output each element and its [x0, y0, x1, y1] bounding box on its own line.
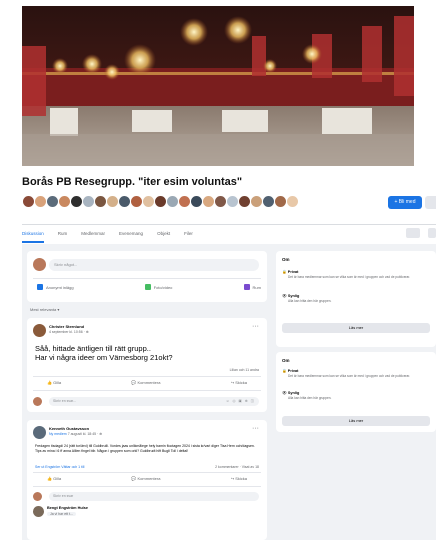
author-avatar[interactable] [33, 324, 46, 337]
post-timestamp[interactable]: Ny medlem 7 augusti kl. 18:45 · ⊕ [49, 432, 102, 436]
member-avatars[interactable] [22, 195, 299, 211]
about-panel: Om 🔒 Privat Det är bara medlemmar som ka… [276, 251, 436, 347]
group-name[interactable]: Borås PB Resegrupp. "iter esim voluntas" [22, 176, 242, 188]
anonymous-post-button[interactable]: Anonymt inlägg [37, 284, 74, 290]
comment-count[interactable]: 2 kommentarer · Visat av 18 [215, 465, 259, 469]
tab-diskussion[interactable]: Diskussion [22, 225, 44, 243]
comment-button[interactable]: 💬 Kommentera [131, 476, 160, 481]
photo-icon [144, 284, 151, 290]
like-button[interactable]: 👍 Gilla [47, 380, 61, 385]
feed-post: Christer Sternlund 4 september kl. 10:56… [27, 318, 267, 412]
comment-button[interactable]: 💬 Kommentera [131, 380, 160, 385]
privacy-row: 🔒 Privat Det är bara medlemmar som kan s… [282, 369, 411, 378]
tab-medlemmar[interactable]: Medlemmar [81, 225, 105, 243]
search-icon[interactable] [406, 228, 420, 238]
tab-filer[interactable]: Filer [184, 225, 193, 243]
author-avatar[interactable] [33, 426, 46, 439]
more-icon[interactable] [428, 228, 436, 238]
like-button[interactable]: 👍 Gilla [47, 476, 61, 481]
more-options-button[interactable] [425, 196, 436, 209]
group-tabs: Diskussion Rum Medlemmar Evenemang Objekt Fil… [22, 224, 436, 243]
reply-author-avatar[interactable] [33, 506, 44, 517]
post-menu-icon[interactable]: ··· [252, 425, 259, 432]
room-button[interactable]: Rum [243, 284, 261, 290]
post-menu-icon[interactable]: ··· [252, 323, 259, 330]
visibility-row: 👁 Synlig Alla kan hitta den här gruppen. [282, 294, 332, 303]
new-member-badge: Ny medlem [49, 432, 67, 436]
photo-video-button[interactable]: Foto/video [144, 284, 172, 290]
post-actions: 👍 Gilla 💬 Kommentera ↪ Skicka [47, 380, 247, 385]
reaction-count[interactable]: Lilian och 11 andra [230, 368, 259, 372]
tab-evenemang[interactable]: Evenemang [119, 225, 143, 243]
post-composer: Skriv något... Anonymt inlägg Foto/video… [27, 251, 267, 302]
divider [33, 486, 261, 487]
anonymous-icon [37, 284, 43, 290]
reply-author[interactable]: Bengt Engström Hulse [47, 506, 88, 510]
commenter-avatar [33, 397, 42, 406]
visibility-row: 👁 Synlig Alla kan hitta den här gruppen. [282, 391, 332, 400]
about-title: Om [282, 358, 290, 363]
post-text: Såå, hittade äntligen till rätt grupp.. H… [35, 344, 173, 362]
about-title: Om [282, 257, 290, 262]
reply-text: Ja vi har ett t... [47, 512, 76, 516]
join-group-button[interactable]: + Bli med [388, 196, 422, 209]
comment-tools-icons[interactable]: ☺ ◎ ▣ ⊕ ◫ [226, 399, 255, 403]
eye-icon: 👁 [282, 391, 287, 395]
tab-rum[interactable]: Rum [58, 225, 68, 243]
divider [33, 472, 261, 473]
post-author[interactable]: Kenneth Gustavsson [49, 426, 89, 431]
tagged-people-link[interactable]: Ser ut Engström Vättar och 1 till [35, 465, 84, 469]
divider [33, 376, 261, 377]
eye-icon: 👁 [282, 294, 287, 298]
post-author[interactable]: Christer Sternlund [49, 324, 84, 329]
composer-input[interactable]: Skriv något... [49, 259, 259, 271]
privacy-row: 🔒 Privat Det är bara medlemmar som kan s… [282, 270, 411, 279]
feed-post: Kenneth Gustavsson Ny medlem 7 augusti k… [27, 420, 267, 540]
composer-actions: Anonymt inlägg Foto/video Rum [37, 284, 261, 290]
lock-icon: 🔒 [282, 369, 287, 373]
post-actions: 👍 Gilla 💬 Kommentera ↪ Skicka [47, 476, 247, 481]
comment-input[interactable]: Skriv en svar [49, 492, 259, 501]
learn-more-button[interactable]: Läs mer [282, 416, 430, 426]
share-button[interactable]: ↪ Skicka [231, 380, 247, 385]
user-avatar[interactable] [33, 258, 46, 271]
tab-objekt[interactable]: Objekt [157, 225, 170, 243]
sort-dropdown[interactable]: Mest relevanta ▾ [30, 307, 59, 312]
post-timestamp[interactable]: 4 september kl. 10:56 · ⊕ [49, 330, 89, 334]
divider [33, 390, 261, 391]
cover-photo [22, 6, 414, 166]
member-avatar[interactable] [286, 195, 299, 208]
learn-more-button[interactable]: Läs mer [282, 323, 430, 333]
commenter-avatar [33, 492, 42, 501]
divider [33, 278, 261, 279]
facebook-group-page: Borås PB Resegrupp. "iter esim voluntas"… [0, 0, 436, 540]
lock-icon: 🔒 [282, 270, 287, 274]
video-room-icon [243, 284, 250, 290]
about-panel: Om 🔒 Privat Det är bara medlemmar som ka… [276, 352, 436, 432]
share-button[interactable]: ↪ Skicka [231, 476, 247, 481]
post-text: Fredagen tisdagdi 24 (rätt tor/ärvi) til… [35, 444, 255, 453]
